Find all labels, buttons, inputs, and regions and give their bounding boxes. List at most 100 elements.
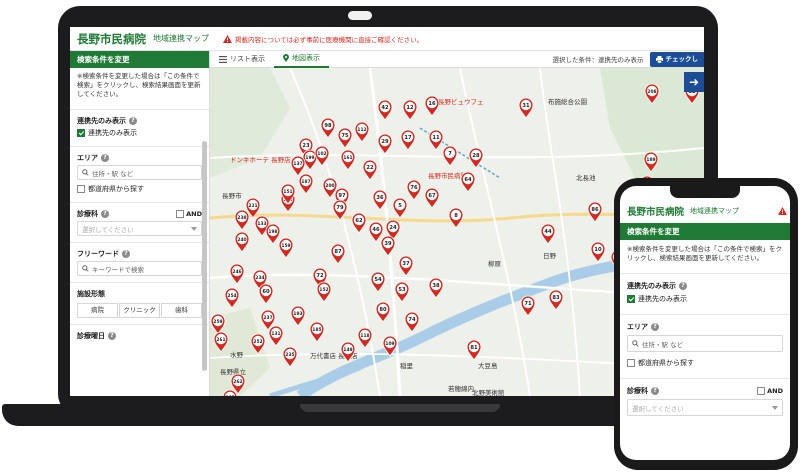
map-marker-number: 39 xyxy=(384,241,392,247)
brand-name[interactable]: 長野市民病院 xyxy=(77,31,146,47)
checkbox-checked-icon[interactable] xyxy=(627,295,635,303)
help-icon[interactable]: ? xyxy=(101,210,109,218)
search-sidebar: 検索条件を変更 ※検索条件を変更した場合は「この条件で検索」をクリックし、検索結… xyxy=(70,51,210,396)
checkbox-icon[interactable] xyxy=(627,359,635,367)
help-icon[interactable]: ? xyxy=(679,282,687,290)
help-icon[interactable]: ? xyxy=(129,117,137,125)
tab-list[interactable]: リスト表示 xyxy=(210,51,274,68)
phone-brand-subtitle: 地域連携マップ xyxy=(690,207,740,215)
phone-dept-placeholder: 選択してください xyxy=(632,404,684,413)
chevron-down-icon xyxy=(772,405,778,410)
area-label-text: エリア xyxy=(77,154,98,162)
phone-and-checkbox[interactable]: AND xyxy=(757,387,783,395)
list-icon xyxy=(219,55,227,63)
dept-placeholder: 選択してください xyxy=(82,225,134,234)
dept-label: 診療科 ? AND xyxy=(70,209,209,219)
map-marker-number: 75 xyxy=(341,133,349,139)
facility-hospital-button[interactable]: 病院 xyxy=(77,303,118,318)
dept-select[interactable]: 選択してください xyxy=(77,221,202,236)
phone-partner-label-text: 連携先のみ表示 xyxy=(627,282,676,290)
map-marker-number: 80 xyxy=(379,307,387,313)
facility-clinic-button[interactable]: クリニック xyxy=(119,303,160,318)
freeword-label: フリーワード ? xyxy=(70,249,209,259)
map-marker-number: 246 xyxy=(232,269,241,275)
checkbox-icon[interactable] xyxy=(77,185,85,193)
and-checkbox[interactable]: AND xyxy=(176,210,202,218)
facility-dental-button[interactable]: 歯科 xyxy=(161,303,202,318)
map-marker-number: 36 xyxy=(376,195,384,201)
divider xyxy=(70,242,209,243)
collapse-arrow-button[interactable]: ➜ xyxy=(684,72,704,92)
area-label: エリア ? xyxy=(70,153,209,163)
map-marker-number: 83 xyxy=(552,295,560,301)
tab-map-label: 地図表示 xyxy=(292,54,320,62)
partner-only-checkbox[interactable]: 連携先のみ表示 xyxy=(70,126,209,140)
phone-dept-select[interactable]: 選択してください xyxy=(627,399,783,416)
brand-subtitle: 地域連携マップ xyxy=(153,34,209,43)
sidebar-scrollbar[interactable] xyxy=(202,141,207,371)
phone-area-input[interactable]: 住所・駅 など xyxy=(627,335,783,352)
map-marker-number: 46 xyxy=(372,227,380,233)
map-marker-number: 161 xyxy=(343,155,352,161)
help-icon[interactable]: ? xyxy=(651,323,659,331)
search-icon xyxy=(82,265,89,272)
phone-partner-only-checkbox[interactable]: 連携先のみ表示 xyxy=(620,291,790,307)
map-marker-number: 28 xyxy=(472,153,480,159)
map-marker-number: 234 xyxy=(255,275,264,281)
other-pref-label: 都道府県から探す xyxy=(88,185,144,193)
map-marker-number: 44 xyxy=(544,229,552,235)
checkbox-checked-icon[interactable] xyxy=(77,129,85,137)
freeword-input[interactable]: キーワードで検索 xyxy=(77,261,202,276)
facility-label: 施設形態 xyxy=(70,289,209,299)
view-tabs: リスト表示 地図表示 選択した条件：連携先のみ表示 チェックし xyxy=(210,51,704,68)
phone-partner-label: 連携先のみ表示 ? xyxy=(620,281,790,291)
help-icon[interactable]: ? xyxy=(122,250,130,258)
phone-dept-label-text: 診療科 xyxy=(627,387,648,395)
map-marker-number: 159 xyxy=(281,243,290,249)
map-marker-number: 81 xyxy=(470,345,478,351)
partner-label-text: 連携先のみ表示 xyxy=(77,117,126,125)
divider xyxy=(620,314,790,315)
selected-condition: 選択した条件：連携先のみ表示 xyxy=(552,56,644,64)
divider xyxy=(620,273,790,274)
map-marker-number: 42 xyxy=(381,105,389,111)
map-place-label: 長野ビュウフェ xyxy=(438,97,484,106)
map-marker-number: 152 xyxy=(319,287,328,293)
map-marker-number: 5 xyxy=(398,203,402,209)
phone-dept-label: 診療科 ? AND xyxy=(620,386,790,396)
other-pref-checkbox[interactable]: 都道府県から探す xyxy=(70,182,209,196)
check-print-button[interactable]: チェックし xyxy=(649,51,704,67)
phone-other-pref-checkbox[interactable]: 都道府県から探す xyxy=(620,355,790,371)
warning-icon xyxy=(778,207,787,215)
map-marker-number: 109 xyxy=(385,341,394,347)
help-icon[interactable]: ? xyxy=(101,154,109,162)
map-marker-number: 265 xyxy=(225,395,234,396)
partner-check-label: 連携先のみ表示 xyxy=(88,129,137,137)
map-marker-number: 237 xyxy=(263,315,272,321)
tab-list-label: リスト表示 xyxy=(230,55,265,63)
map-marker-number: 37 xyxy=(402,261,410,267)
divider xyxy=(70,324,209,325)
map-marker-number: 189 xyxy=(646,157,655,163)
map-marker-number: 64 xyxy=(464,177,472,183)
area-input[interactable]: 住所・駅 など xyxy=(77,165,202,180)
phone-area-placeholder: 住所・駅 など xyxy=(642,340,684,349)
map-marker-number: 79 xyxy=(336,205,344,211)
map-marker-number: 67 xyxy=(428,193,436,199)
checkbox-icon[interactable] xyxy=(176,210,185,218)
map-marker-number: 98 xyxy=(324,123,332,129)
check-button-label: チェックし xyxy=(665,54,699,63)
checkbox-icon[interactable] xyxy=(757,387,766,395)
phone-brand-name[interactable]: 長野市民病院 xyxy=(627,204,684,218)
facility-type-group: 病院 クリニック 歯科 xyxy=(77,303,202,318)
map-place-label: 柳原 xyxy=(488,259,502,268)
help-icon[interactable]: ? xyxy=(651,387,659,395)
days-label: 診療曜日 ? xyxy=(70,331,209,341)
help-icon[interactable]: ? xyxy=(108,332,116,340)
map-marker-number: 11 xyxy=(432,135,440,141)
map-marker-number: 72 xyxy=(316,273,324,279)
map-marker-number: 193 xyxy=(293,311,302,317)
dept-label-text: 診療科 xyxy=(77,210,98,218)
map-place-label: ドンキホーテ 長野店 xyxy=(230,155,291,164)
tab-map[interactable]: 地図表示 xyxy=(274,51,329,68)
